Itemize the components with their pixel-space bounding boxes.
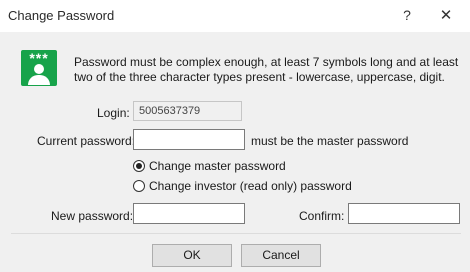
new-password-input[interactable] — [133, 203, 245, 224]
radio-button-investor[interactable] — [133, 180, 145, 192]
password-key-icon: *** — [21, 50, 57, 86]
new-password-label: New password: — [51, 209, 134, 223]
button-separator — [11, 233, 461, 234]
login-label: Login: — [97, 106, 130, 120]
current-password-hint: must be the master password — [251, 134, 409, 148]
radio-investor-label[interactable]: Change investor (read only) password — [149, 179, 352, 193]
ok-button[interactable]: OK — [152, 244, 232, 267]
confirm-password-input[interactable] — [348, 203, 460, 224]
current-password-label: Current password: — [37, 134, 136, 148]
help-icon[interactable]: ? — [400, 7, 414, 23]
radio-master-label[interactable]: Change master password — [149, 159, 286, 173]
user-body-shape — [28, 75, 50, 85]
password-requirements-text: Password must be complex enough, at leas… — [74, 55, 459, 84]
user-head-shape — [34, 64, 44, 74]
radio-button-master[interactable] — [133, 160, 145, 172]
confirm-password-label: Confirm: — [299, 209, 345, 223]
current-password-input[interactable] — [133, 129, 245, 150]
login-field: 5005637379 — [133, 101, 242, 121]
window-title: Change Password — [8, 8, 115, 23]
cancel-button[interactable]: Cancel — [241, 244, 321, 267]
title-bar: Change Password ? ✕ — [0, 0, 470, 32]
radio-selected-dot — [136, 163, 142, 169]
close-icon[interactable]: ✕ — [439, 6, 453, 24]
